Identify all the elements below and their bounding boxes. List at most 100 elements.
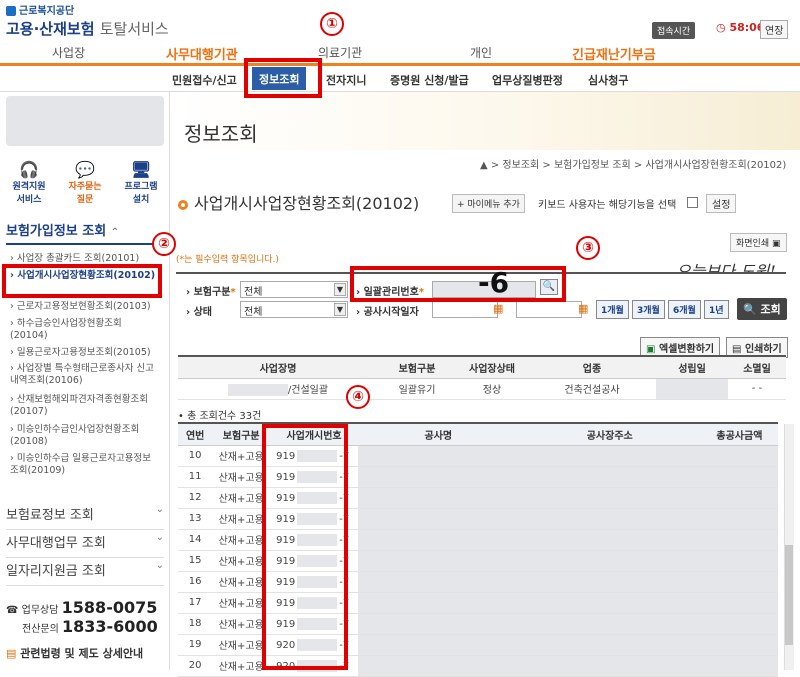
search-button[interactable]: 🔍 조회	[737, 298, 787, 320]
add-my-menu-button[interactable]: + 마이메뉴 추가	[452, 194, 525, 213]
start-date-to[interactable]	[516, 301, 582, 318]
chevron-down-icon: ⌄	[155, 504, 164, 515]
table-cell	[700, 550, 778, 572]
sidebar-accordion-agency[interactable]: 사무대행업무 조회 ⌄	[6, 532, 164, 558]
org-logo[interactable]: 근로복지공단	[6, 2, 74, 17]
table-cell	[700, 445, 778, 467]
table-cell	[700, 571, 778, 593]
period-1m-button[interactable]: 1개월	[596, 300, 629, 319]
tab-e-payment[interactable]: 전자지니	[326, 72, 366, 88]
sidebar-item-20104[interactable]: › 하수급승인사업장현황조회(20104)	[10, 318, 150, 342]
tab-certificate[interactable]: 증명원 신청/발급	[390, 72, 469, 88]
calendar-icon[interactable]: ▦	[493, 302, 503, 315]
highlight-box-4	[262, 424, 348, 670]
page-banner	[171, 92, 800, 150]
sidebar-item-20107[interactable]: › 산재보험해외파견자격종현황조회(20107)	[10, 394, 160, 418]
column-header: 공사명	[357, 422, 519, 446]
phone-icon: ☎	[6, 605, 19, 616]
section-heading: 사업개시사업장현황조회(20102)	[178, 190, 419, 214]
bullet-icon	[178, 199, 188, 210]
start-date-from[interactable]	[432, 301, 498, 318]
session-label: 접속시간	[652, 22, 696, 39]
table-cell	[700, 466, 778, 488]
top-nav-medical[interactable]: 의료기관	[318, 44, 362, 61]
table-cell: 11	[178, 466, 213, 488]
sidebar-section-title[interactable]: 보험가입정보 조회 ⌃	[6, 220, 119, 239]
table-cell	[357, 487, 519, 509]
site-title[interactable]: 고용·산재보험 토탈서비스	[6, 18, 169, 39]
sidebar-item-20103[interactable]: › 근로자고용정보현황조회(20103)	[10, 301, 165, 313]
scrollbar-thumb[interactable]	[785, 545, 793, 645]
sidebar-item-20109[interactable]: › 미승인하수급 일용근로자고용정보조회(20109)	[10, 453, 155, 477]
sidebar-item-20106[interactable]: › 사업장별 특수형태근로종사자 신고내역조회(20106)	[10, 363, 160, 387]
user-info-panel	[6, 96, 164, 146]
settings-button[interactable]: 설정	[706, 194, 737, 213]
search-icon: 🔍	[743, 303, 757, 316]
table-cell	[700, 613, 778, 635]
quick-remote-support[interactable]: 🎧 원격지원 서비스	[4, 160, 54, 205]
quick-program-install[interactable]: 🖥 프로그램 설치	[116, 160, 166, 205]
table-cell: 정상	[456, 378, 528, 400]
top-nav-disaster-grant[interactable]: 긴급재난기부금	[572, 44, 656, 63]
top-nav: 사업장 사무대행기관 의료기관 개인 긴급재난기부금	[0, 40, 800, 66]
table-cell	[700, 634, 778, 656]
status-select[interactable]: 전체 ▼	[240, 301, 348, 318]
sidebar-item-20105[interactable]: › 일용근로자고용정보조회(20105)	[10, 347, 165, 359]
table-cell	[518, 508, 701, 530]
top-nav-workplace[interactable]: 사업장	[52, 44, 85, 61]
table-cell	[357, 571, 519, 593]
table-cell	[518, 445, 701, 467]
period-6m-button[interactable]: 6개월	[668, 300, 701, 319]
tab-civil-report[interactable]: 민원접수/신고	[172, 72, 237, 88]
annotation-badge-3: ③	[576, 236, 600, 260]
sidebar-accordion-job-grant[interactable]: 일자리지원금 조회 ⌄	[6, 560, 164, 586]
start-date-label: › 공사시작일자	[356, 307, 419, 318]
insurance-type-select[interactable]: 전체 ▼	[240, 281, 348, 298]
top-nav-agency[interactable]: 사무대행기관	[166, 44, 238, 63]
tab-review-request[interactable]: 심사청구	[588, 72, 628, 88]
period-1y-button[interactable]: 1년	[704, 300, 729, 319]
column-header: 연번	[178, 422, 213, 446]
chevron-down-icon: ⌄	[155, 560, 164, 571]
annotation-badge-4: ④	[346, 385, 370, 409]
table-header-row: 사업장명 보험구분 사업장상태 업종 성립일 소멸일	[178, 355, 786, 379]
breadcrumb: ▲ > 정보조회 > 보험가입정보 조회 > 사업개시사업장현황조회(20102…	[480, 160, 787, 171]
annotation-badge-2: ②	[152, 232, 176, 256]
quick-faq[interactable]: 💬 자주묻는 질문	[60, 160, 110, 205]
print-icon: ▣	[772, 239, 781, 249]
table-cell: 10	[178, 445, 213, 467]
table-cell	[656, 378, 728, 400]
period-3m-button[interactable]: 3개월	[632, 300, 665, 319]
table-cell	[518, 571, 701, 593]
sidebar-item-20108[interactable]: › 미승인하수급인사업장현황조회(20108)	[10, 424, 160, 448]
contact-info: ☎ 업무상담 1588-0075 전산문의 1833-6000	[6, 598, 158, 636]
table-cell: 16	[178, 571, 213, 593]
extend-session-button[interactable]: 연장	[760, 20, 789, 39]
table-cell: 17	[178, 592, 213, 614]
table-cell	[700, 529, 778, 551]
table-cell: 13	[178, 508, 213, 530]
table-cell: - -	[728, 378, 786, 400]
table-cell	[518, 466, 701, 488]
excel-icon: ▣	[646, 344, 656, 355]
print-icon: ▤	[732, 344, 742, 355]
law-info-link[interactable]: ▤ 관련법령 및 제도 상세안내	[6, 645, 143, 661]
table-row[interactable]: /건설일괄 일괄유기 정상 건축건설공사 - -	[178, 378, 786, 400]
calendar-icon[interactable]: ▦	[578, 302, 588, 315]
required-note: (*는 필수입력 항목입니다.)	[176, 255, 279, 265]
highlight-box-1	[244, 58, 322, 98]
annotation-badge-1: ①	[320, 12, 344, 36]
table-cell	[357, 613, 519, 635]
table-cell	[700, 592, 778, 614]
table-cell	[357, 634, 519, 656]
screen-print-button[interactable]: 화면인쇄 ▣	[730, 233, 787, 252]
keyboard-checkbox[interactable]	[687, 197, 698, 208]
tab-disease-judgement[interactable]: 업무상질병판정	[492, 72, 563, 88]
table-cell: 15	[178, 550, 213, 572]
chevron-down-icon: ▼	[334, 303, 346, 316]
sub-nav: 민원접수/신고 정보조회 전자지니 증명원 신청/발급 업무상질병판정 심사청구	[0, 66, 800, 92]
top-nav-personal[interactable]: 개인	[470, 44, 492, 61]
table-cell	[357, 655, 519, 677]
sidebar-accordion-premium[interactable]: 보험료정보 조회 ⌄	[6, 504, 164, 530]
table-cell	[518, 613, 701, 635]
